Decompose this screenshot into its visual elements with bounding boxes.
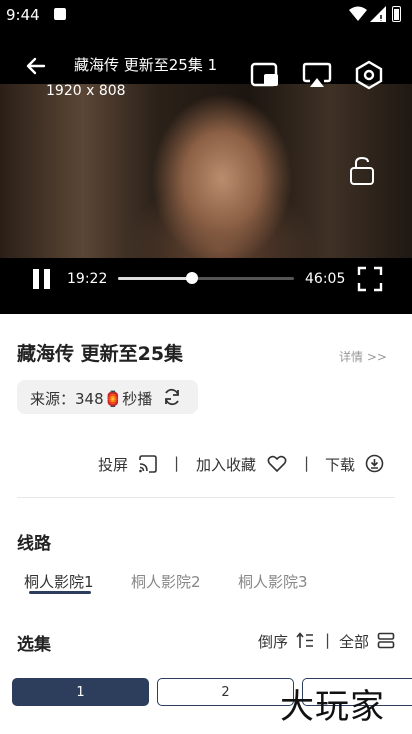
episode-button-1[interactable]: 1 — [12, 678, 149, 706]
sort-button[interactable]: 倒序 — [258, 631, 313, 652]
video-resolution: 1920 x 808 — [46, 83, 126, 99]
episodes-title: 选集 — [17, 635, 51, 655]
duration: 46:05 — [305, 271, 346, 287]
watermark: 大玩家 — [280, 687, 385, 727]
all-episodes-button[interactable]: 全部 — [339, 631, 395, 652]
pause-icon[interactable] — [30, 268, 54, 290]
video-player[interactable]: 9:44 藏海传 更新至25集 1 1920 x 808 19:22 46:05 — [0, 0, 412, 314]
settings-icon[interactable] — [355, 60, 383, 90]
source-selector[interactable]: 来源：348🏮秒播 — [17, 380, 198, 414]
active-tab-indicator — [29, 591, 91, 594]
action-divider: | — [304, 454, 310, 472]
episode-label: 1 — [76, 684, 85, 700]
all-label: 全部 — [339, 633, 370, 651]
favorite-button[interactable]: 加入收藏 — [196, 454, 287, 475]
divider — [17, 497, 395, 498]
screen-lock-icon[interactable] — [348, 156, 376, 186]
download-button[interactable]: 下载 — [325, 454, 384, 475]
details-link[interactable]: 详情 >> — [339, 348, 387, 365]
fullscreen-icon[interactable] — [357, 266, 383, 292]
refresh-icon[interactable] — [162, 387, 182, 407]
show-title: 藏海传 更新至25集 — [17, 343, 184, 365]
video-title: 藏海传 更新至25集 1 — [74, 56, 218, 74]
episodes-divider: | — [325, 631, 331, 649]
seek-bar[interactable] — [118, 272, 294, 284]
current-time: 19:22 — [67, 271, 108, 287]
favorite-label: 加入收藏 — [196, 456, 257, 474]
tab-line-1[interactable]: 桐人影院1 — [24, 571, 94, 592]
source-label: 来源：348🏮秒播 — [30, 390, 153, 408]
sort-label: 倒序 — [258, 633, 289, 651]
seek-progress — [118, 277, 192, 280]
download-label: 下载 — [325, 456, 356, 474]
cast-button[interactable]: 投屏 — [98, 454, 157, 475]
airplay-icon[interactable] — [302, 61, 332, 89]
action-divider: | — [174, 454, 180, 472]
back-icon[interactable] — [24, 54, 48, 78]
battery-icon — [392, 6, 401, 22]
status-time: 9:44 — [6, 6, 40, 24]
episode-label: 2 — [221, 684, 230, 700]
tab-line-2[interactable]: 桐人影院2 — [131, 571, 201, 592]
download-icon — [365, 454, 384, 473]
notification-icon — [54, 8, 66, 20]
wifi-icon — [349, 6, 367, 22]
sort-icon — [296, 632, 314, 649]
picture-in-picture-icon[interactable] — [250, 61, 280, 89]
cast-icon — [138, 455, 158, 473]
seek-thumb[interactable] — [185, 272, 198, 284]
signal-icon — [370, 6, 386, 22]
grid-icon — [377, 632, 395, 649]
tab-line-3[interactable]: 桐人影院3 — [238, 571, 308, 592]
episode-button-2[interactable]: 2 — [157, 678, 294, 706]
lines-title: 线路 — [17, 534, 51, 554]
cast-label: 投屏 — [98, 456, 129, 474]
heart-icon — [267, 455, 287, 473]
